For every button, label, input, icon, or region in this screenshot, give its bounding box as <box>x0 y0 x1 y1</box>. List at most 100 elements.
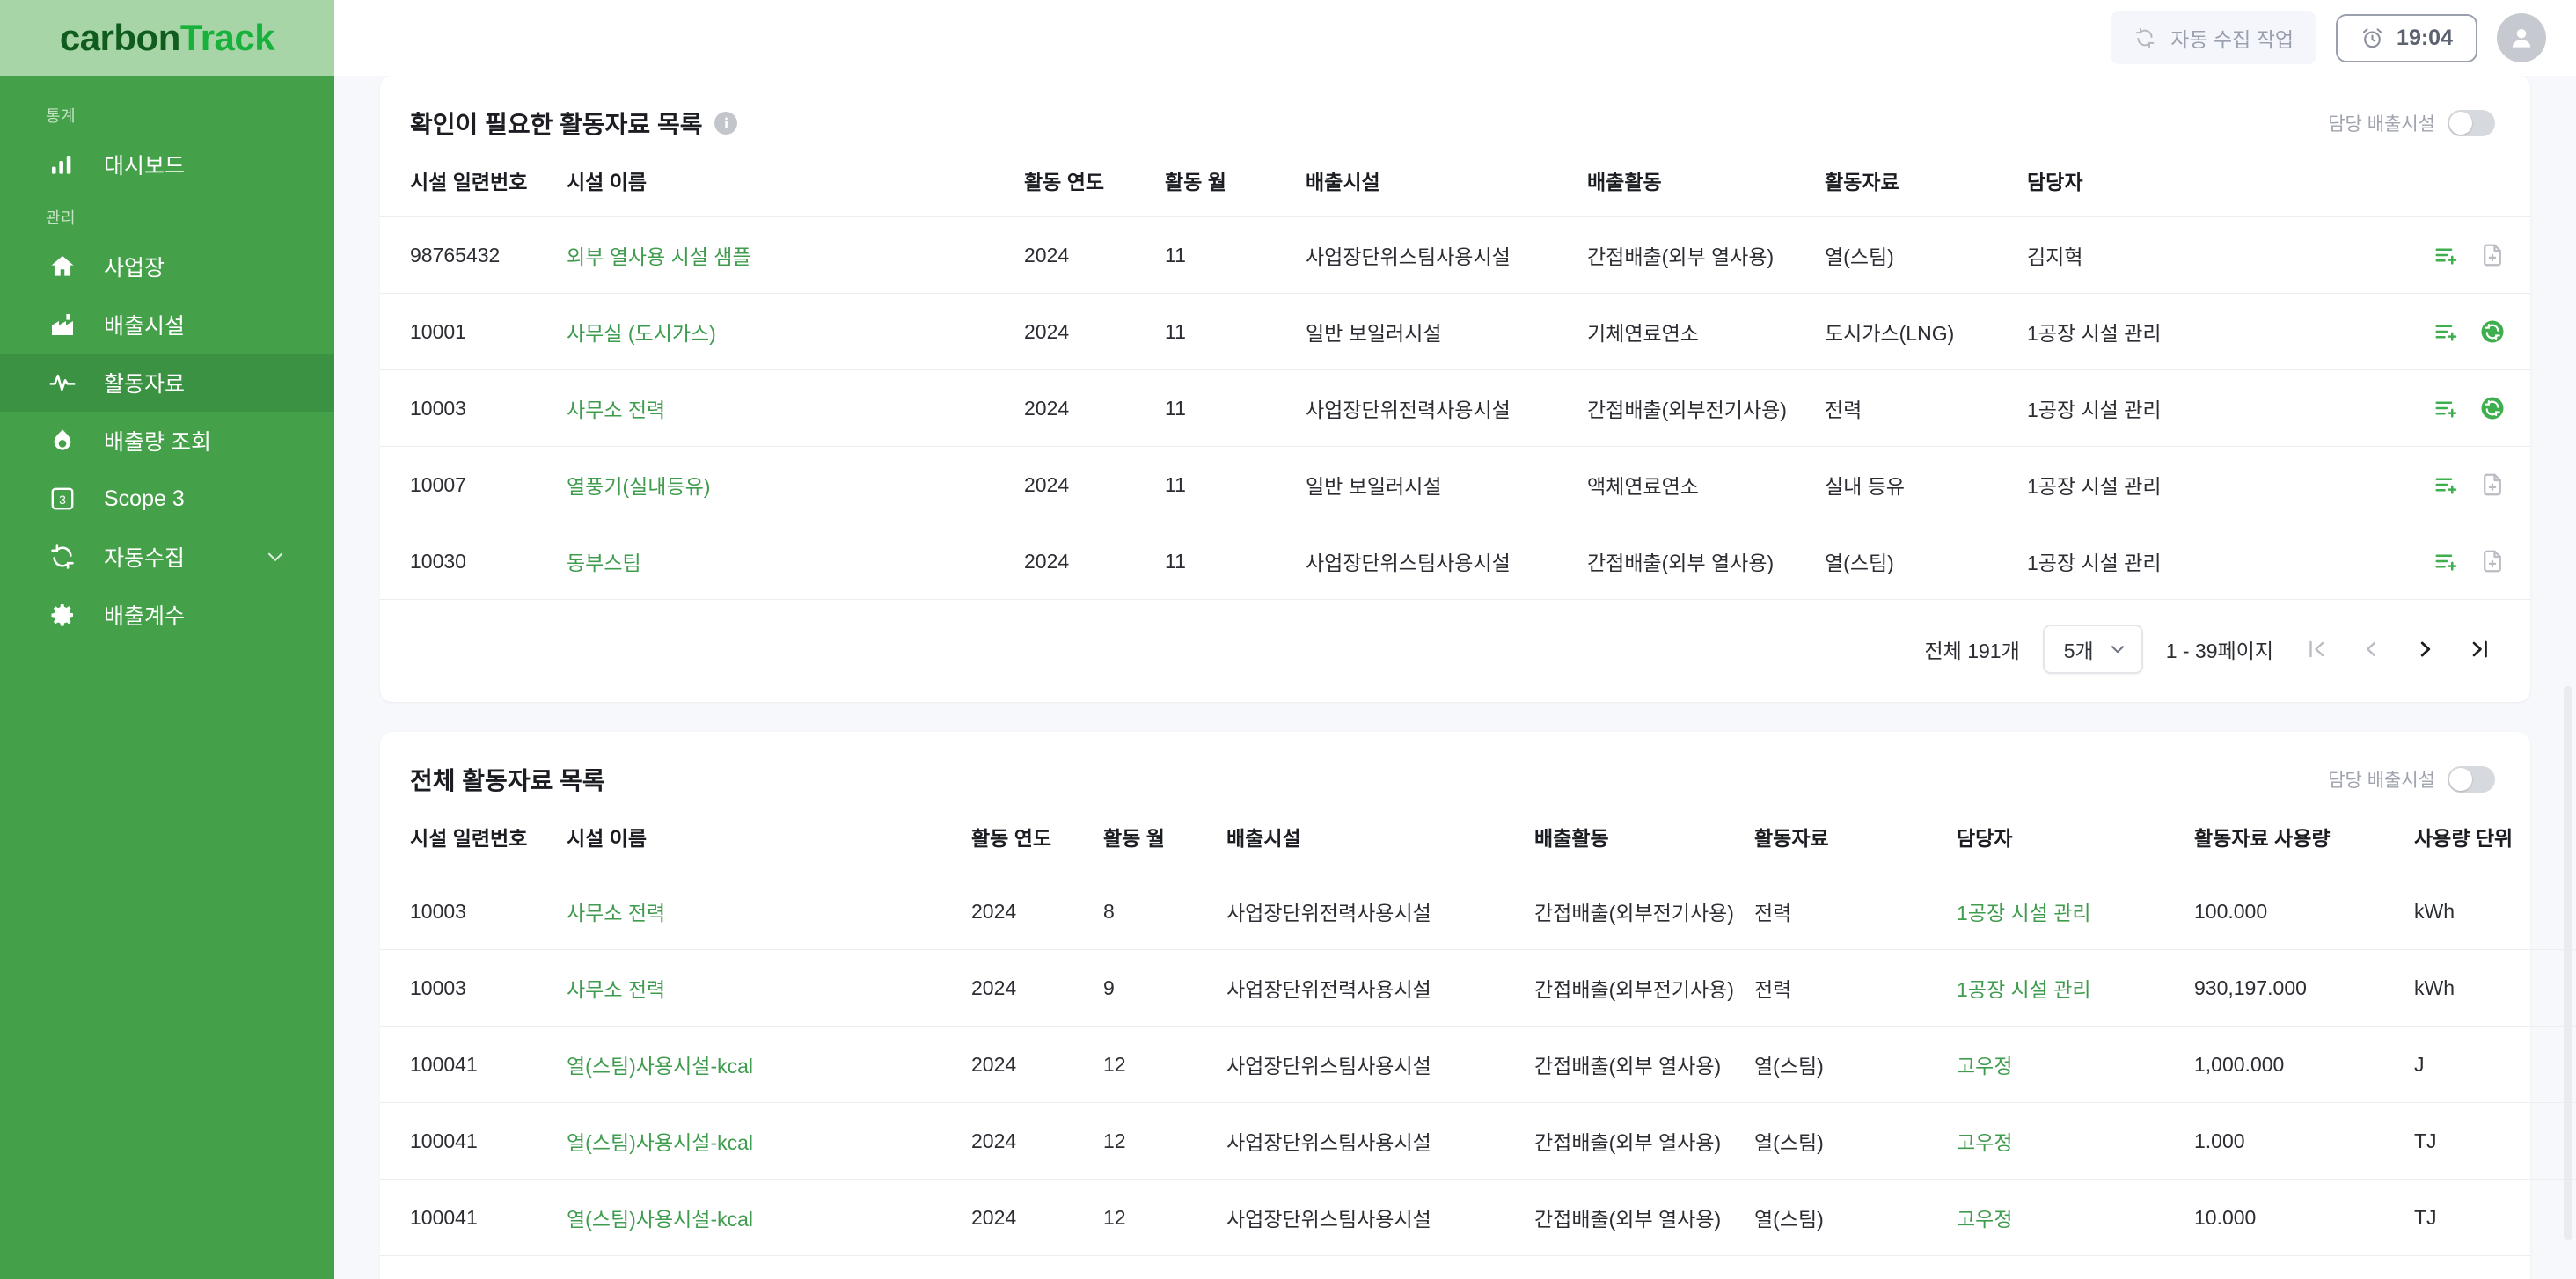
table-row[interactable]: 98765432 외부 열사용 시설 샘플 2024 11 사업장단위스팀사용시… <box>380 216 2530 294</box>
sidebar-item-emission-facility[interactable]: 배출시설 <box>0 296 334 354</box>
breadcrumb-item[interactable] <box>370 15 375 36</box>
cell-manager-link[interactable]: 고우정 <box>1946 1179 2184 1255</box>
cell-usage-unit: J <box>2404 1026 2571 1103</box>
first-page-icon[interactable] <box>2305 638 2328 661</box>
cell-manager: 1공장 시설 관리 <box>2016 523 2280 599</box>
cell-facility-name-link[interactable]: 동부스팀 <box>556 523 1014 599</box>
cell-year: 2024 <box>961 1179 1093 1255</box>
cell-facility-name-link[interactable]: 열(스팀)사용시설-kcal <box>556 1102 961 1180</box>
sidebar-item-emission-lookup[interactable]: 배출량 조회 <box>0 412 334 470</box>
file-plus-icon[interactable] <box>2479 242 2506 268</box>
cell-facility-name-link[interactable]: 사무실 (도시가스) <box>556 293 1014 370</box>
cell-month: 12 <box>1093 1026 1216 1103</box>
cell-emission-facility: 사업장단위전력사용시설 <box>1295 369 1577 447</box>
sidebar-item-activity-data[interactable]: 활동자료 <box>0 354 334 412</box>
vertical-scrollbar[interactable] <box>2564 686 2572 1240</box>
col-emission-facility: 배출시설 <box>1306 171 1380 194</box>
page-size-select[interactable]: 5개 <box>2042 625 2143 674</box>
cell-facility-name-link[interactable]: 열풍기(실내등유) <box>556 446 1014 523</box>
list-plus-icon[interactable] <box>2433 395 2460 421</box>
app-root: carbonTrack 통계 대시보드 관리 사업장 배출시설 활동자료 배출량… <box>0 0 2576 1279</box>
my-facility-toggle[interactable] <box>2448 766 2495 793</box>
cell-facility-name-link[interactable]: 사무소 전력 <box>556 949 961 1027</box>
list-plus-icon[interactable] <box>2433 242 2460 268</box>
col-emission-activity: 배출활동 <box>1534 827 1609 850</box>
sidebar-item-dashboard[interactable]: 대시보드 <box>0 135 334 194</box>
sidebar-item-label: 대시보드 <box>104 154 186 179</box>
cell-usage-amount: 1,000.000 <box>2184 1026 2404 1103</box>
last-page-icon[interactable] <box>2469 638 2492 661</box>
sidebar: carbonTrack 통계 대시보드 관리 사업장 배출시설 활동자료 배출량… <box>0 0 334 1279</box>
cell-usage-unit: kWh <box>2404 949 2571 1027</box>
cell-activity-material: 열(스팀) <box>1814 216 2016 294</box>
avatar[interactable] <box>2497 13 2546 62</box>
topbar: 자동 수집 작업 19:04 <box>334 0 2576 76</box>
cell-manager-link[interactable]: 1공장 시설 관리 <box>1946 949 2184 1027</box>
refresh-icon <box>2133 26 2156 49</box>
cell-usage-unit: TJ <box>2404 1179 2571 1255</box>
list-plus-icon[interactable] <box>2433 318 2460 345</box>
app-logo[interactable]: carbonTrack <box>0 0 334 76</box>
col-manager: 담당자 <box>1957 827 2013 850</box>
logo-track: Track <box>179 17 275 58</box>
cell-facility-name-link[interactable]: 열(스팀)사용시설-kcal <box>556 1179 961 1255</box>
sidebar-item-scope-3[interactable]: 3 Scope 3 <box>0 470 334 528</box>
auto-collect-button[interactable]: 자동 수집 작업 <box>2111 11 2317 64</box>
flame-icon <box>46 424 79 457</box>
list-plus-icon[interactable] <box>2433 471 2460 498</box>
next-page-icon[interactable] <box>2414 638 2437 661</box>
sidebar-item-label: 배출량 조회 <box>104 430 211 455</box>
page-range: 1 - 39페이지 <box>2165 640 2273 662</box>
cell-year: 2024 <box>961 949 1093 1027</box>
cell-facility-name-link[interactable]: 사무소 전력 <box>556 369 1014 447</box>
table-row[interactable]: 10003 사무소 전력 2024 8 사업장단위전력사용시설 간접배출(외부전… <box>380 873 2576 950</box>
table-row[interactable]: 10030 동부스팀 2024 11 사업장단위스팀사용시설 간접배출(외부 열… <box>380 523 2530 599</box>
cell-facility-name-link[interactable]: 외부 열사용 시설 샘플 <box>556 216 1014 294</box>
timer-button[interactable]: 19:04 <box>2336 13 2477 62</box>
logo-carbon: carbon <box>59 17 181 58</box>
cell-serial: 100041 <box>380 1102 556 1180</box>
table-row[interactable]: 10001 사무실 (도시가스) 2024 11 일반 보일러시설 기체연료연소… <box>380 293 2530 370</box>
col-serial: 시설 일련번호 <box>410 827 528 850</box>
number-three-box-icon: 3 <box>46 482 79 515</box>
cell-emission-activity: 간접배출(외부 열사용) <box>1577 523 1814 599</box>
list-plus-icon[interactable] <box>2433 548 2460 574</box>
cell-year: 2024 <box>1014 216 1154 294</box>
sync-status-icon[interactable] <box>2479 318 2506 345</box>
col-activity-material: 활동자료 <box>1754 827 1829 850</box>
cell-year: 2024 <box>961 1102 1093 1180</box>
file-plus-icon[interactable] <box>2479 471 2506 498</box>
file-plus-icon[interactable] <box>2479 548 2506 574</box>
table-row[interactable]: 100041 열(스팀)사용시설-kcal 2024 12 사업장단위스팀사용시… <box>380 1026 2576 1103</box>
sidebar-item-emission-factor[interactable]: 배출계수 <box>0 586 334 644</box>
cell-emission-activity: 간접배출(외부 열사용) <box>1524 1026 1744 1103</box>
cell-manager-link[interactable]: 고우정 <box>1946 1026 2184 1103</box>
table-row[interactable]: 10007 열풍기(실내등유) 2024 11 일반 보일러시설 액체연료연소 … <box>380 446 2530 523</box>
info-icon[interactable]: i <box>714 112 738 135</box>
table-row[interactable]: 10003 사무소 전력 2024 11 사업장단위전력사용시설 간접배출(외부… <box>380 369 2530 447</box>
cell-facility-name-link[interactable]: 열(스팀)사용시설-kcal <box>556 1026 961 1103</box>
cell-facility-name-link[interactable]: 사무소 전력 <box>556 873 961 950</box>
cell-emission-facility: 사업장단위스팀사용시설 <box>1216 1102 1524 1180</box>
cell-manager-link[interactable]: 고우정 <box>1946 1102 2184 1180</box>
table-row[interactable]: 100041 열(스팀)사용시설-kcal 2024 12 사업장단위스팀사용시… <box>380 1102 2576 1180</box>
prev-page-icon[interactable] <box>2360 638 2382 661</box>
sidebar-item-worksite[interactable]: 사업장 <box>0 238 334 296</box>
section-title: 전체 활동자료 목록 <box>410 762 605 797</box>
activity-icon <box>46 366 79 399</box>
chevron-down-icon[interactable] <box>264 545 287 568</box>
my-facility-toggle[interactable] <box>2448 110 2495 136</box>
cell-serial: 100041 <box>380 1179 556 1255</box>
cell-activity-material: 열(스팀) <box>1744 1179 1946 1255</box>
cell-emission-facility: 사업장단위전력사용시설 <box>1216 873 1524 950</box>
table-row[interactable]: 100041 열(스팀)사용시설-kcal 2024 12 사업장단위스팀사용시… <box>380 1179 2576 1255</box>
cell-actions <box>2280 293 2530 370</box>
sync-status-icon[interactable] <box>2479 395 2506 421</box>
sidebar-item-label: 사업장 <box>104 256 165 281</box>
table-row[interactable]: 10003 사무소 전력 2024 9 사업장단위전력사용시설 간접배출(외부전… <box>380 949 2576 1027</box>
sidebar-item-auto-collect[interactable]: 자동수집 <box>0 528 334 586</box>
factory-icon <box>46 308 79 341</box>
main-area: 자동 수집 작업 19:04 확인이 필요한 활동자료 목록 i 담당 배출시설… <box>334 0 2576 1279</box>
cell-manager-link[interactable]: 1공장 시설 관리 <box>1946 873 2184 950</box>
sidebar-section-management: 관리 <box>46 209 76 227</box>
